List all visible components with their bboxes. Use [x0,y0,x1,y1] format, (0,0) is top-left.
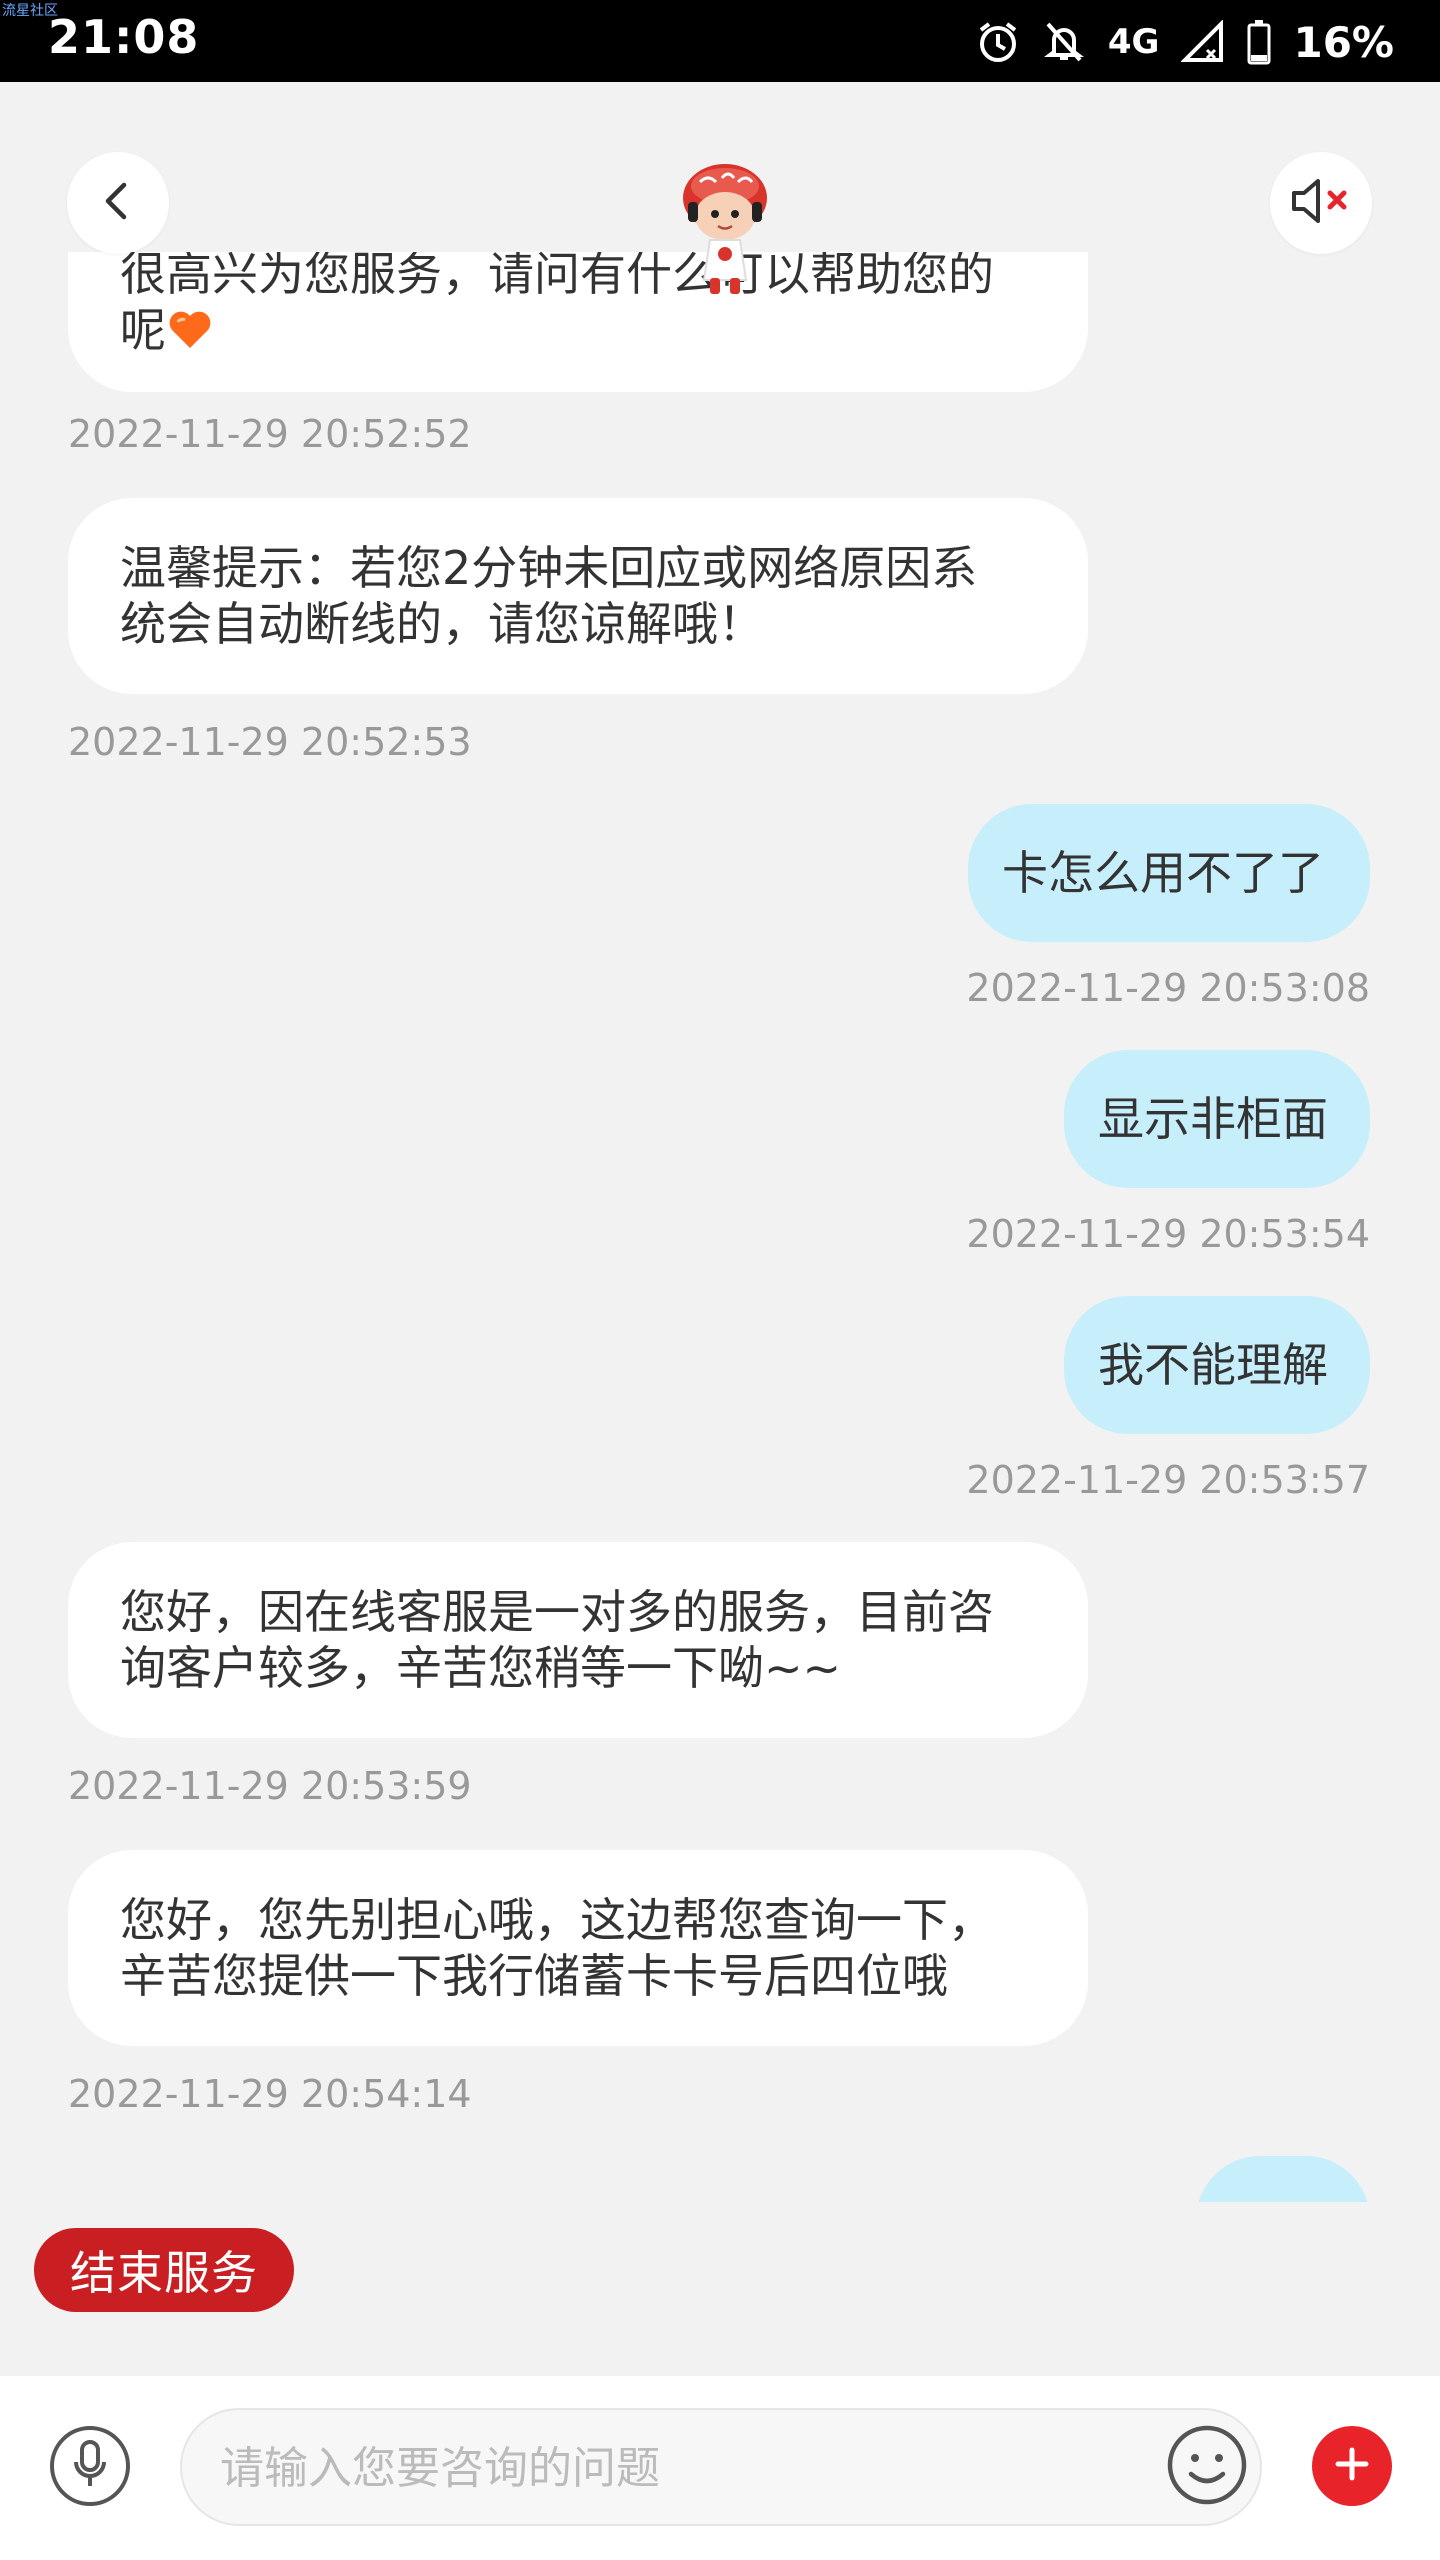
user-message-bubble: 卡怎么用不了了 [968,804,1370,942]
mute-toggle-button[interactable] [1270,152,1372,254]
message-input[interactable] [218,2410,1122,2526]
network-type: 4G [1107,22,1160,62]
alarm-icon [976,20,1020,64]
message-text-line-with-heart: 呢 [120,302,994,362]
plus-icon [1332,2444,1372,2488]
agent-message-bubble: 很高兴为您服务，请问有什么可以帮助您的 呢 [68,252,1088,392]
message-timestamp: 2022-11-29 20:53:54 [966,1212,1370,1256]
message-text-line: 辛苦您提供一下我行储蓄卡卡号后四位哦 [120,1949,948,2003]
voice-input-button[interactable] [50,2426,130,2506]
agent-message-bubble: 温馨提示：若您2分钟未回应或网络原因系 统会自动断线的，请您谅解哦！ [68,498,1088,694]
more-options-button[interactable] [1312,2426,1392,2506]
notifications-off-icon [1042,20,1086,64]
message-text-line: 温馨提示：若您2分钟未回应或网络原因系 [120,541,978,595]
message-timestamp: 2022-11-29 20:52:53 [68,720,472,764]
message-text-line: 统会自动断线的，请您谅解哦！ [120,597,764,651]
agent-message-bubble: 您好，因在线客服是一对多的服务，目前咨 询客户较多，辛苦您稍等一下呦~~ [68,1542,1088,1738]
status-icons: 4G 16% [976,12,1394,72]
emoji-button[interactable] [1164,2422,1250,2508]
message-text-line: 询客户较多，辛苦您稍等一下呦~~ [120,1641,842,1695]
message-timestamp: 2022-11-29 20:53:57 [966,1458,1370,1502]
signal-icon [1181,20,1225,64]
user-message-bubble: 我不能理解 [1064,1296,1370,1434]
battery-percentage: 16% [1293,17,1394,67]
speaker-muted-icon [1286,171,1356,235]
message-timestamp: 2022-11-29 20:53:08 [966,966,1370,1010]
smiley-face-icon [1164,2425,1250,2512]
end-service-button[interactable]: 结束服务 [34,2228,294,2312]
message-timestamp: 2022-11-29 20:52:52 [68,412,472,456]
message-text: 卡怎么用不了了 [1002,846,1324,900]
message-timestamp: 2022-11-29 20:54:14 [68,2072,472,2116]
microphone-icon [70,2436,110,2496]
message-text-line: 您好，因在线客服是一对多的服务，目前咨 [120,1585,994,1639]
message-input-field [180,2408,1262,2526]
message-timestamp: 2022-11-29 20:53:59 [68,1764,472,1808]
user-message-bubble: 显示非柜面 [1064,1050,1370,1188]
heart-emoji-icon [168,306,212,362]
user-message-bubble-partial [1196,2156,1370,2202]
agent-message-bubble: 您好，您先别担心哦，这边帮您查询一下， 辛苦您提供一下我行储蓄卡卡号后四位哦 [68,1850,1088,2046]
chevron-left-icon [96,179,140,227]
message-text-line: 很高兴为您服务，请问有什么可以帮助您的 [120,252,994,301]
back-button[interactable] [67,152,169,254]
input-bar [0,2376,1440,2560]
message-text-line: 您好，您先别担心哦，这边帮您查询一下， [120,1893,994,1947]
status-time: 21:08 [48,10,200,64]
chat-message-list[interactable]: 很高兴为您服务，请问有什么可以帮助您的 呢 2022-11-29 20:52:5… [0,252,1440,2202]
chat-header [0,82,1440,294]
message-text: 显示非柜面 [1098,1092,1328,1146]
status-bar: 流星社区 21:08 4G 16% [0,0,1440,82]
battery-icon [1247,19,1271,65]
assistant-mascot-avatar [670,158,780,298]
message-text: 我不能理解 [1098,1338,1328,1392]
